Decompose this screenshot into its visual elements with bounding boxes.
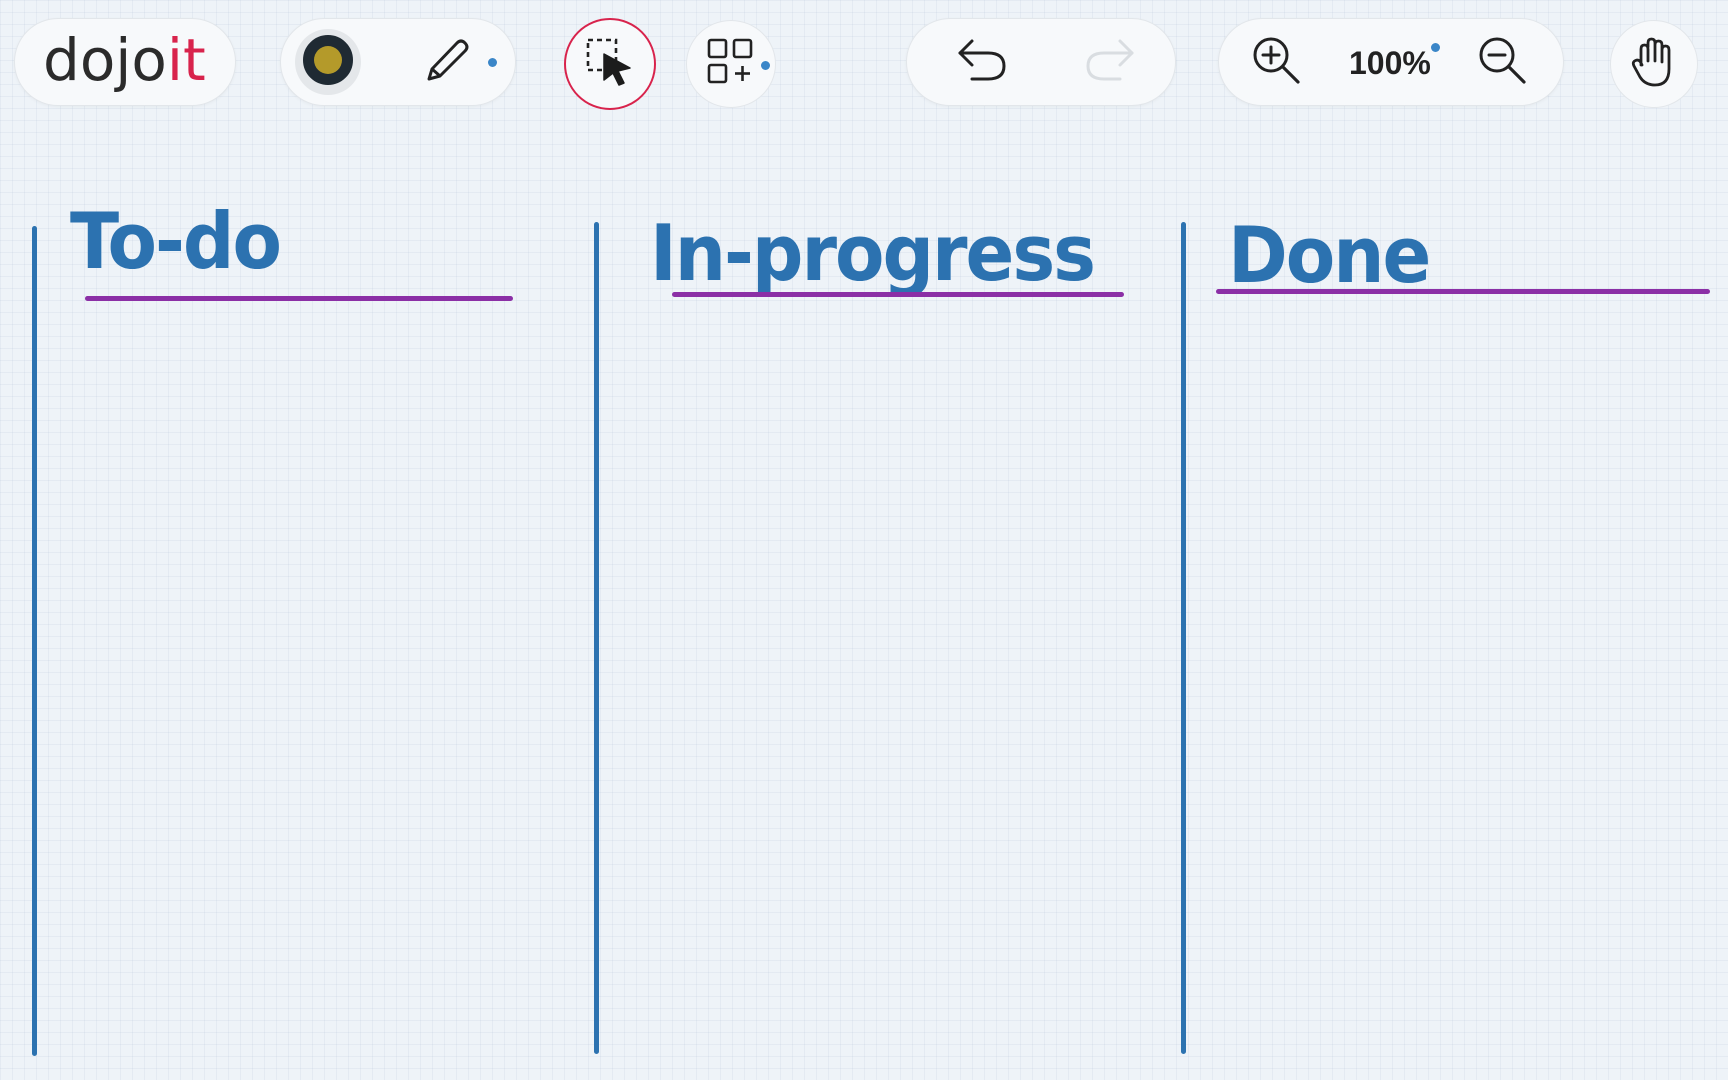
undo-button[interactable] bbox=[947, 29, 1017, 95]
pencil-icon bbox=[419, 33, 473, 91]
color-picker-button[interactable] bbox=[295, 29, 361, 95]
undo-icon bbox=[954, 35, 1010, 89]
column-title-in-progress[interactable]: In-progress bbox=[650, 214, 1096, 292]
zoom-indicator-dot bbox=[1431, 43, 1440, 52]
pencil-indicator-dot bbox=[488, 58, 497, 67]
pencil-button[interactable] bbox=[411, 29, 481, 95]
column-divider-1 bbox=[32, 226, 37, 1056]
zoom-out-button[interactable] bbox=[1469, 29, 1535, 95]
select-cursor-icon bbox=[582, 34, 638, 94]
components-button[interactable] bbox=[686, 20, 776, 108]
components-indicator-dot bbox=[761, 61, 770, 70]
zoom-pill: 100% bbox=[1218, 18, 1564, 106]
column-divider-3 bbox=[1181, 222, 1186, 1054]
column-underline-todo bbox=[85, 296, 513, 301]
hand-tool-button[interactable] bbox=[1610, 20, 1698, 108]
logo-part-it: it bbox=[166, 26, 206, 94]
column-title-done[interactable]: Done bbox=[1228, 216, 1431, 294]
grid-add-icon bbox=[706, 37, 756, 91]
draw-tools-pill bbox=[280, 18, 516, 106]
column-title-todo[interactable]: To-do bbox=[70, 202, 282, 280]
column-underline-done bbox=[1216, 289, 1710, 294]
hand-pan-icon bbox=[1629, 35, 1679, 93]
color-swatch-icon bbox=[302, 34, 354, 90]
logo-pill[interactable]: dojoit bbox=[14, 18, 236, 106]
logo-part-dojo: dojo bbox=[43, 26, 167, 94]
zoom-in-icon bbox=[1250, 34, 1302, 90]
redo-button[interactable] bbox=[1075, 29, 1145, 95]
zoom-in-button[interactable] bbox=[1243, 29, 1309, 95]
history-pill bbox=[906, 18, 1176, 106]
app-logo: dojoit bbox=[43, 31, 206, 89]
select-tool-button[interactable] bbox=[564, 18, 656, 110]
column-underline-in-progress bbox=[672, 292, 1124, 297]
zoom-level[interactable]: 100% bbox=[1349, 47, 1431, 79]
column-divider-2 bbox=[594, 222, 599, 1054]
redo-icon bbox=[1082, 35, 1138, 89]
zoom-out-icon bbox=[1476, 34, 1528, 90]
